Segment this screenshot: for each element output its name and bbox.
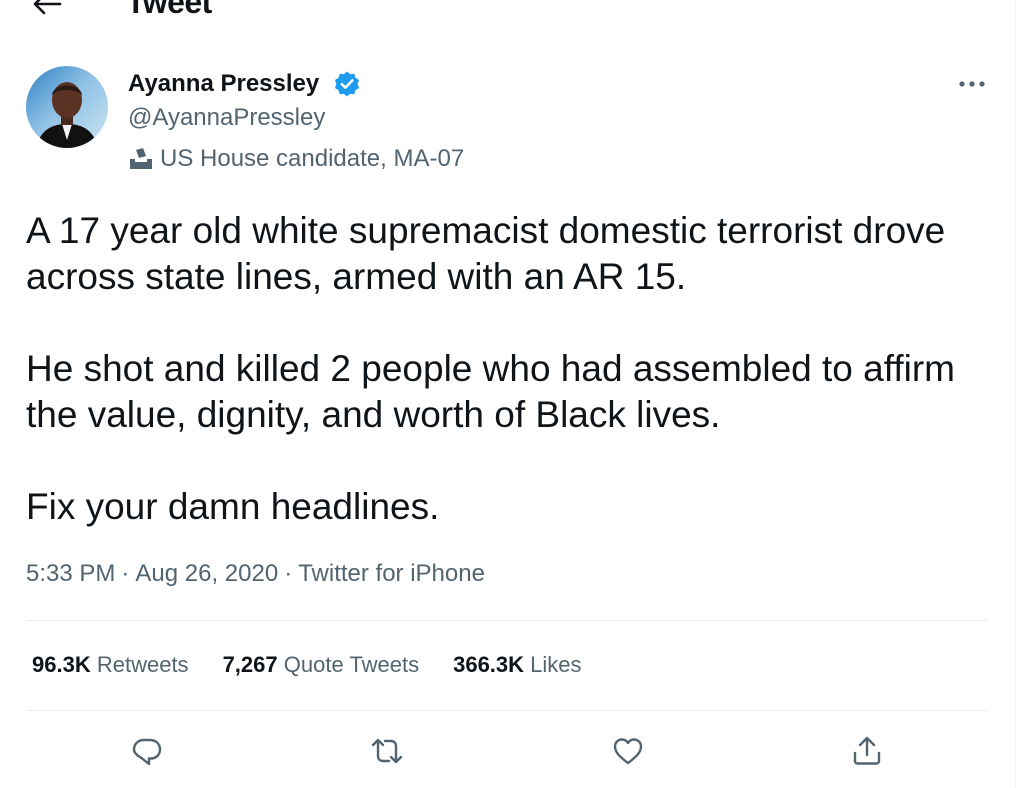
tweet-text: A 17 year old white supremacist domestic… [26,208,986,530]
tweet-date[interactable]: Aug 26, 2020 [135,560,278,587]
tweet-meta: 5:33 PM · Aug 26, 2020 · Twitter for iPhone [26,560,485,588]
author-handle[interactable]: @AyannaPressley [128,104,325,132]
verified-badge-icon [333,70,361,98]
tweet-paragraph: A 17 year old white supremacist domestic… [26,210,946,297]
heart-icon[interactable] [611,734,645,768]
engagement-stats: 96.3K Retweets 7,267 Quote Tweets 366.3K… [32,652,616,678]
retweets-count: 96.3K [32,652,91,677]
author-name[interactable]: Ayanna Pressley [128,70,319,98]
tweet-paragraph: Fix your damn headlines. [26,486,440,527]
divider [26,710,988,711]
ballot-box-icon [128,147,154,171]
meta-separator: · [284,560,293,587]
page-title: Tweet [126,0,212,20]
retweets-label: Retweets [96,652,189,677]
tweet-source[interactable]: Twitter for iPhone [298,560,485,587]
avatar[interactable] [26,66,108,148]
quote-tweets-stat[interactable]: 7,267 Quote Tweets [223,652,420,678]
quote-tweets-label: Quote Tweets [283,652,420,677]
likes-count: 366.3K [453,652,525,677]
column-border [1015,0,1016,788]
share-icon[interactable] [850,734,884,768]
more-dots-icon[interactable] [955,72,989,96]
tweet-time[interactable]: 5:33 PM [26,560,115,587]
divider [26,620,988,621]
meta-separator: · [121,560,130,587]
affiliation-text: US House candidate, MA-07 [160,145,465,172]
affiliation-label: US House candidate, MA-07 [128,144,464,174]
retweet-icon[interactable] [370,734,404,768]
retweets-stat[interactable]: 96.3K Retweets [32,652,189,678]
quote-tweets-count: 7,267 [222,652,278,677]
tweet-header: Tweet [0,0,1018,26]
tweet-paragraph: He shot and killed 2 people who had asse… [26,348,955,435]
arrow-left-icon[interactable] [30,0,64,16]
likes-stat[interactable]: 366.3K Likes [453,652,581,678]
likes-label: Likes [530,652,582,677]
reply-icon[interactable] [130,734,164,768]
